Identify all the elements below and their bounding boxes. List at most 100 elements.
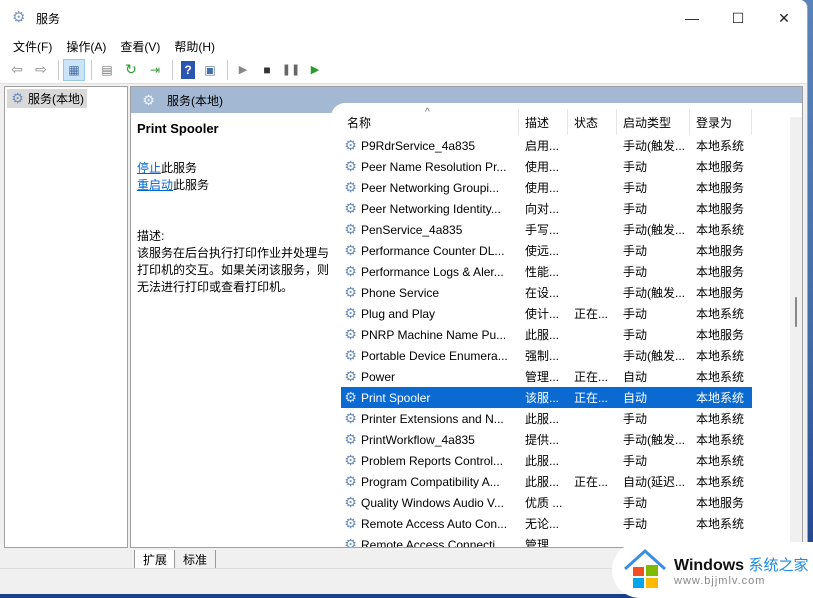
stop-icon[interactable]: ■ xyxy=(256,59,278,81)
service-row[interactable]: ⚙ PrintWorkflow_4a835 提供... 手动(触发... 本地系统 xyxy=(341,429,752,450)
cell-logon: 本地服务 xyxy=(696,286,745,300)
cell-logon: 本地系统 xyxy=(696,307,745,321)
cell-name: ⚙ Quality Windows Audio V... xyxy=(341,495,519,510)
service-name: Print Spooler xyxy=(361,390,431,405)
stop-service-link[interactable]: 停止 xyxy=(137,161,161,175)
column-header-status[interactable]: 状态 xyxy=(568,109,617,135)
title-bar: ⚙ 服务 — ☐ ✕ xyxy=(0,0,807,36)
cell-name: ⚙ Peer Networking Groupi... xyxy=(341,180,519,195)
cell-logon: 本地系统 xyxy=(696,370,745,384)
service-row[interactable]: ⚙ Power 管理... 正在... 自动 本地系统 xyxy=(341,366,752,387)
service-row[interactable]: ⚙ Peer Name Resolution Pr... 使用... 手动 本地服务 xyxy=(341,156,752,177)
cell-status: 正在... xyxy=(574,391,609,405)
scrollbar-thumb[interactable] xyxy=(795,297,797,327)
cell-startup: 手动 xyxy=(623,517,648,531)
service-row[interactable]: ⚙ Program Compatibility A... 此服... 正在... 自动(… xyxy=(341,471,752,492)
stop-service-action: 停止此服务 xyxy=(137,160,333,177)
properties-icon[interactable]: ▤ xyxy=(96,59,118,81)
cell-startup: 手动 xyxy=(623,412,648,426)
service-name: P9RdrService_4a835 xyxy=(361,138,476,153)
service-row[interactable]: ⚙ Plug and Play 使计... 正在... 手动 本地系统 xyxy=(341,303,752,324)
cell-name: ⚙ Peer Networking Identity... xyxy=(341,201,519,216)
cell-startup: 手动 xyxy=(623,454,648,468)
service-row[interactable]: ⚙ Peer Networking Groupi... 使用... 手动 本地服务 xyxy=(341,177,752,198)
toolbar: ⇦ ⇨ ▦ ▤ ↻ ⇥ ? ▣ ▶ ■ ❚❚ ▶ xyxy=(0,56,807,84)
column-header-log-on-as[interactable]: 登录为 xyxy=(690,109,752,135)
vertical-scrollbar[interactable] xyxy=(790,117,802,547)
column-header-name[interactable]: 名称 ^ xyxy=(341,107,519,135)
cell-desc: 手写... xyxy=(525,223,560,237)
tab-standard[interactable]: 标准 xyxy=(174,550,217,570)
service-gear-icon: ⚙ xyxy=(344,453,357,468)
service-name: Printer Extensions and N... xyxy=(361,411,504,426)
forward-icon[interactable]: ⇨ xyxy=(30,59,52,81)
cell-logon: 本地系统 xyxy=(696,349,745,363)
service-name: Performance Logs & Aler... xyxy=(361,264,504,279)
export-icon[interactable]: ⇥ xyxy=(144,59,166,81)
cell-status: 正在... xyxy=(574,475,609,489)
column-header-description[interactable]: 描述 xyxy=(519,109,568,135)
service-row[interactable]: ⚙ Phone Service 在设... 手动(触发... 本地服务 xyxy=(341,282,752,303)
watermark-brand: Windows xyxy=(674,556,745,574)
service-row[interactable]: ⚙ Printer Extensions and N... 此服... 手动 本地系统 xyxy=(341,408,752,429)
pause-icon[interactable]: ❚❚ xyxy=(280,59,302,81)
toolbar-separator xyxy=(58,59,59,80)
restart-service-link[interactable]: 重启动 xyxy=(137,178,173,192)
cell-name: ⚙ PNRP Machine Name Pu... xyxy=(341,327,519,342)
service-name: PrintWorkflow_4a835 xyxy=(361,432,475,447)
service-name: Quality Windows Audio V... xyxy=(361,495,504,510)
service-row[interactable]: ⚙ Problem Reports Control... 此服... 手动 本地系统 xyxy=(341,450,752,471)
list-header: 名称 ^ 描述 状态 启动类型 登录为 xyxy=(341,107,752,135)
console-view-icon[interactable]: ▣ xyxy=(199,59,221,81)
back-icon[interactable]: ⇦ xyxy=(6,59,28,81)
cell-desc: 在设... xyxy=(525,286,560,300)
close-button[interactable]: ✕ xyxy=(761,0,807,36)
cell-desc: 无论... xyxy=(525,517,560,531)
cell-status: 正在... xyxy=(574,307,609,321)
menu-view[interactable]: 查看(V) xyxy=(113,38,167,55)
service-row[interactable]: ⚙ Performance Logs & Aler... 性能... 手动 本地服务 xyxy=(341,261,752,282)
minimize-button[interactable]: — xyxy=(669,0,715,36)
service-row[interactable]: ⚙ PNRP Machine Name Pu... 此服... 手动 本地服务 xyxy=(341,324,752,345)
cell-name: ⚙ Performance Logs & Aler... xyxy=(341,264,519,279)
tree-item-services-local[interactable]: ⚙ 服务(本地) xyxy=(7,89,87,108)
service-row[interactable]: ⚙ P9RdrService_4a835 启用... 手动(触发... 本地系统 xyxy=(341,135,752,156)
cell-desc: 使用... xyxy=(525,181,560,195)
cell-name: ⚙ PrintWorkflow_4a835 xyxy=(341,432,519,447)
service-name: Remote Access Connecti... xyxy=(361,537,506,548)
cell-desc: 向对... xyxy=(525,202,560,216)
service-row[interactable]: ⚙ PenService_4a835 手写... 手动(触发... 本地系统 xyxy=(341,219,752,240)
cell-startup: 手动(触发... xyxy=(623,139,685,153)
cell-name: ⚙ Print Spooler xyxy=(341,390,519,405)
cell-desc: 强制... xyxy=(525,349,560,363)
tab-extended[interactable]: 扩展 xyxy=(134,550,177,570)
service-row[interactable]: ⚙ Peer Networking Identity... 向对... 手动 本地服务 xyxy=(341,198,752,219)
maximize-button[interactable]: ☐ xyxy=(715,0,761,36)
resume-icon[interactable]: ▶ xyxy=(304,59,326,81)
service-name: Plug and Play xyxy=(361,306,436,321)
cell-desc: 此服... xyxy=(525,454,560,468)
service-gear-icon: ⚙ xyxy=(344,306,357,321)
menu-file[interactable]: 文件(F) xyxy=(6,38,59,55)
service-row-selected[interactable]: ⚙ Print Spooler 该服... 正在... 自动 本地系统 xyxy=(341,387,752,408)
menu-action[interactable]: 操作(A) xyxy=(59,38,113,55)
menu-help[interactable]: 帮助(H) xyxy=(167,38,222,55)
service-name: Peer Name Resolution Pr... xyxy=(361,159,507,174)
service-row[interactable]: ⚙ Portable Device Enumera... 强制... 手动(触发...… xyxy=(341,345,752,366)
refresh-icon[interactable]: ↻ xyxy=(120,59,142,81)
show-hide-tree-icon[interactable]: ▦ xyxy=(63,58,85,81)
services-pane: ⚙ 服务(本地) Print Spooler 停止此服务 重启动此服务 描述: … xyxy=(130,86,803,548)
cell-logon: 本地服务 xyxy=(696,244,745,258)
service-gear-icon: ⚙ xyxy=(344,222,357,237)
service-row[interactable]: ⚙ Remote Access Auto Con... 无论... 手动 本地系统 xyxy=(341,513,752,534)
start-icon[interactable]: ▶ xyxy=(232,59,254,81)
service-gear-icon: ⚙ xyxy=(344,138,357,153)
cell-logon: 本地服务 xyxy=(696,160,745,174)
column-header-startup-type[interactable]: 启动类型 xyxy=(617,109,690,135)
service-name: Performance Counter DL... xyxy=(361,243,505,258)
service-row[interactable]: ⚙ Performance Counter DL... 使远... 手动 本地服务 xyxy=(341,240,752,261)
cell-name: ⚙ PenService_4a835 xyxy=(341,222,519,237)
help-icon[interactable]: ? xyxy=(181,60,195,79)
service-name: Program Compatibility A... xyxy=(361,474,500,489)
service-row[interactable]: ⚙ Quality Windows Audio V... 优质 ... 手动 本地服务 xyxy=(341,492,752,513)
